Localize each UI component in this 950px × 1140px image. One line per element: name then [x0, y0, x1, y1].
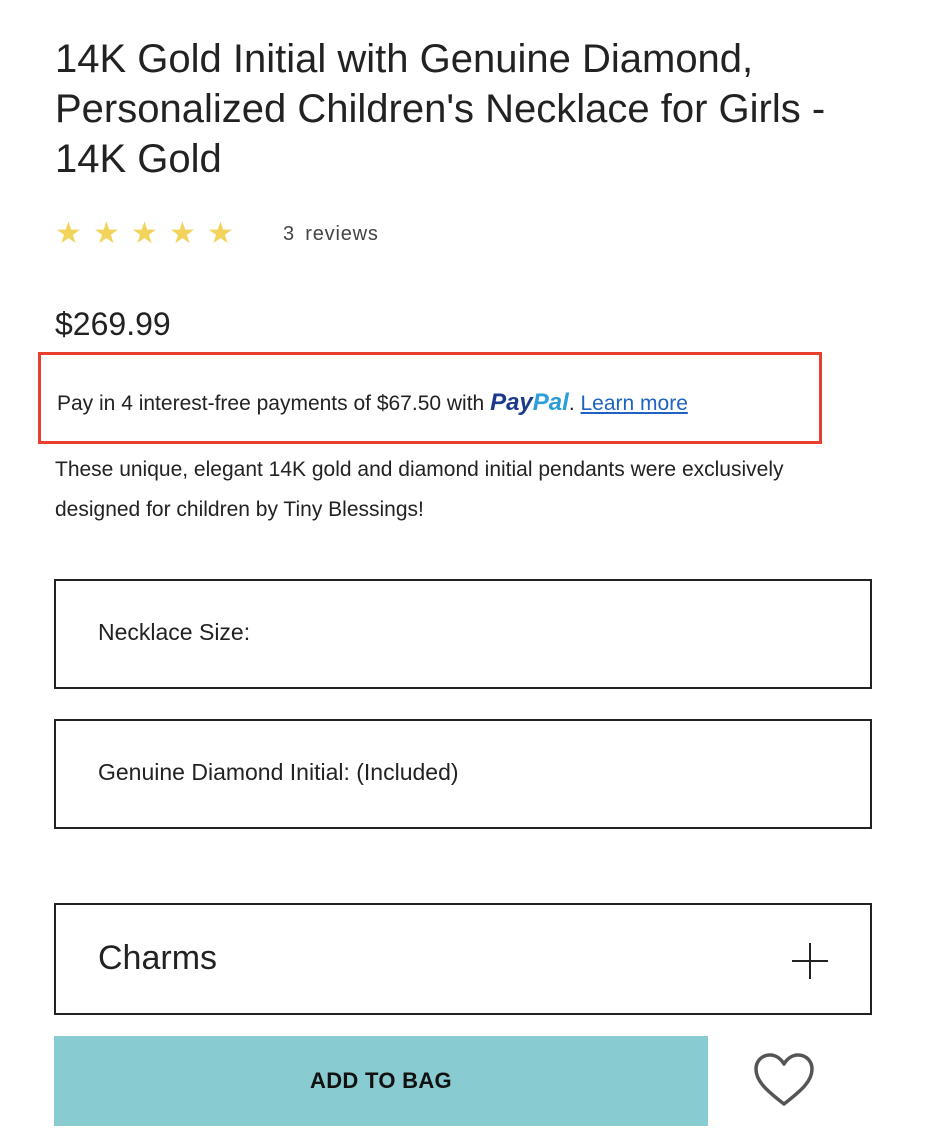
- paypal-logo-pay: Pay: [490, 389, 533, 416]
- reviews-count: 3: [283, 222, 295, 245]
- charms-label: Charms: [98, 939, 218, 977]
- diamond-initial-select[interactable]: Genuine Diamond Initial: (Included): [54, 719, 872, 829]
- paypal-logo-pal: Pal: [532, 389, 569, 416]
- product-description: These unique, elegant 14K gold and diamo…: [55, 458, 784, 521]
- learn-more-link[interactable]: Learn more: [581, 392, 688, 415]
- paypal-logo: PayPal: [490, 389, 569, 416]
- diamond-initial-label: Genuine Diamond Initial: (Included): [98, 759, 459, 785]
- product-price: $269.99: [55, 306, 171, 342]
- star-icon: ★: [169, 217, 196, 250]
- star-icon: ★: [131, 217, 158, 250]
- necklace-size-label: Necklace Size:: [98, 619, 251, 645]
- paypal-message-text: Pay in 4 interest-free payments of $67.5…: [57, 392, 485, 415]
- star-icon: ★: [207, 217, 234, 250]
- paypal-period: .: [568, 392, 575, 415]
- product-title: 14K Gold Initial with Genuine Diamond, P…: [55, 37, 826, 181]
- reviews-label: reviews: [305, 222, 379, 245]
- plus-icon[interactable]: [792, 943, 828, 979]
- star-icon: ★: [55, 217, 82, 250]
- necklace-size-select[interactable]: Necklace Size:: [54, 579, 872, 689]
- heart-icon[interactable]: [752, 1052, 816, 1108]
- star-icon: ★: [93, 217, 120, 250]
- reviews-link[interactable]: 3 reviews: [283, 223, 379, 246]
- paypal-message-line: Pay in 4 interest-free payments of $67.5…: [57, 389, 688, 417]
- charms-accordion[interactable]: Charms: [54, 903, 872, 1015]
- product-rating[interactable]: ★ ★ ★ ★ ★ 3 reviews: [55, 214, 379, 254]
- add-to-bag-button[interactable]: ADD TO BAG: [54, 1036, 708, 1126]
- paypal-pay-in-4-message: Pay in 4 interest-free payments of $67.5…: [38, 352, 822, 444]
